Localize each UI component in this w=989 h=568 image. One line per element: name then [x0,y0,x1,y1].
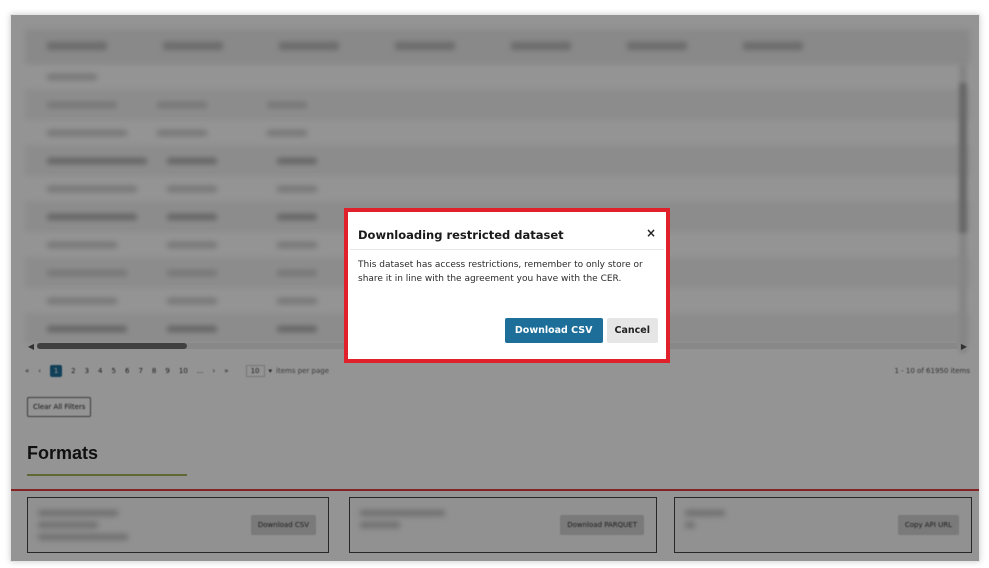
restricted-dataset-modal: Downloading restricted dataset × This da… [350,214,664,357]
modal-cancel-button[interactable]: Cancel [606,318,658,343]
modal-message: This dataset has access restrictions, re… [358,260,643,284]
modal-highlight-box: Downloading restricted dataset × This da… [344,208,670,363]
modal-actions: Download CSV Cancel [504,318,658,343]
page-frame: ◀ ▶ « ‹ 1 2 3 4 5 6 7 8 9 10 ... › » 10 … [10,14,980,562]
modal-download-csv-button[interactable]: Download CSV [504,318,603,343]
modal-title: Downloading restricted dataset [358,228,564,242]
close-icon[interactable]: × [646,227,656,239]
